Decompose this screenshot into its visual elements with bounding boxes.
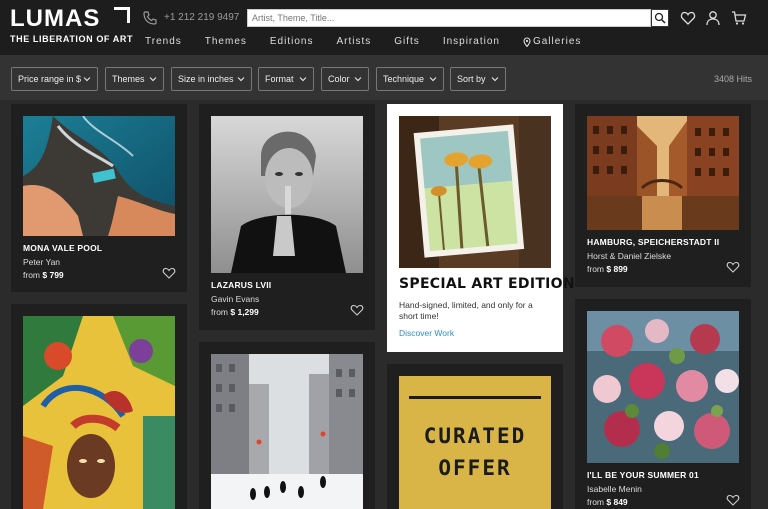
- site-header: LUMAS THE LIBERATION OF ART +1 212 219 9…: [0, 0, 768, 55]
- logo-corner-mark: [114, 7, 130, 23]
- nav-editions[interactable]: Editions: [270, 36, 314, 47]
- curated-offer-banner[interactable]: CURATED OFFER: [399, 376, 551, 509]
- chevron-down-icon: [83, 77, 91, 82]
- filter-label: Sort by: [457, 74, 486, 84]
- artwork-price: from $ 1,299: [211, 307, 259, 317]
- artwork-price: from $ 849: [587, 497, 628, 507]
- heart-icon[interactable]: [162, 267, 176, 279]
- curated-offer-card[interactable]: CURATED OFFER: [387, 364, 563, 509]
- filter-label: Technique: [383, 74, 425, 84]
- filter-themes[interactable]: Themes: [105, 67, 164, 91]
- artwork-image[interactable]: [587, 311, 739, 463]
- artist-name[interactable]: Gavin Evans: [211, 294, 259, 304]
- user-icon[interactable]: [705, 10, 721, 26]
- main-nav: Trends Themes Editions Artists Gifts Ins…: [145, 36, 604, 47]
- price-value: $ 849: [606, 497, 628, 507]
- nav-inspiration[interactable]: Inspiration: [443, 36, 500, 47]
- special-edition-title: SPECIAL ART EDITION: [399, 276, 575, 292]
- filter-label: Size in inches: [178, 74, 234, 84]
- nav-galleries-label: Galleries: [532, 36, 582, 47]
- filter-sort-by[interactable]: Sort by: [450, 67, 506, 91]
- hits-count: 3408 Hits: [713, 74, 752, 84]
- filter-format[interactable]: Format: [258, 67, 314, 91]
- price-value: $ 1,299: [230, 307, 259, 317]
- phone-number[interactable]: +1 212 219 9497: [164, 12, 239, 23]
- filter-size[interactable]: Size in inches: [171, 67, 252, 91]
- chevron-down-icon: [299, 77, 307, 82]
- artwork-price: from $ 799: [23, 270, 64, 280]
- nav-trends[interactable]: Trends: [145, 36, 182, 47]
- product-card[interactable]: [199, 342, 375, 509]
- filter-label: Price range in $: [18, 74, 82, 84]
- price-prefix: from: [211, 307, 228, 317]
- chevron-down-icon: [429, 77, 437, 82]
- filter-color[interactable]: Color: [321, 67, 369, 91]
- price-prefix: from: [23, 270, 40, 280]
- nav-galleries[interactable]: Galleries: [523, 36, 581, 47]
- search-button[interactable]: [651, 9, 669, 27]
- artist-name[interactable]: Isabelle Menin: [587, 484, 642, 494]
- special-edition-card[interactable]: SPECIAL ART EDITION Hand-signed, limited…: [387, 104, 575, 352]
- heart-icon[interactable]: [726, 261, 740, 273]
- price-value: $ 799: [42, 270, 64, 280]
- heart-icon[interactable]: [350, 304, 364, 316]
- artwork-image[interactable]: [211, 354, 363, 509]
- artwork-image[interactable]: [23, 316, 175, 509]
- nav-gifts[interactable]: Gifts: [394, 36, 420, 47]
- price-value: $ 899: [606, 264, 628, 274]
- chevron-down-icon: [149, 77, 157, 82]
- product-card-mona-vale-pool[interactable]: MONA VALE POOL Peter Yan from $ 799: [11, 104, 187, 292]
- curated-offer-line2: OFFER: [438, 456, 512, 480]
- chevron-down-icon: [237, 77, 245, 82]
- price-prefix: from: [587, 497, 604, 507]
- artist-name[interactable]: Peter Yan: [23, 257, 60, 267]
- filter-label: Format: [265, 74, 294, 84]
- filter-label: Themes: [112, 74, 145, 84]
- logo-wordmark: LUMAS: [10, 5, 101, 32]
- special-edition-description: Hand-signed, limited, and only for a sho…: [399, 300, 533, 321]
- artwork-price: from $ 899: [587, 264, 628, 274]
- artwork-image[interactable]: [211, 116, 363, 273]
- product-card-lazarus-lvii[interactable]: LAZARUS LVII Gavin Evans from $ 1,299: [199, 104, 375, 330]
- search-icon: [654, 12, 666, 24]
- artwork-title[interactable]: HAMBURG, SPEICHERSTADT II: [587, 237, 719, 247]
- nav-artists[interactable]: Artists: [336, 36, 371, 47]
- phone-icon[interactable]: [142, 10, 158, 26]
- product-card-ill-be-your-summer[interactable]: I'LL BE YOUR SUMMER 01 Isabelle Menin fr…: [575, 299, 751, 509]
- artist-name[interactable]: Horst & Daniel Zielske: [587, 251, 671, 261]
- heart-icon[interactable]: [680, 10, 696, 26]
- lumas-logo[interactable]: LUMAS THE LIBERATION OF ART: [10, 5, 132, 45]
- filter-technique[interactable]: Technique: [376, 67, 444, 91]
- artwork-title[interactable]: I'LL BE YOUR SUMMER 01: [587, 470, 699, 480]
- chevron-down-icon: [491, 77, 499, 82]
- product-card[interactable]: [11, 304, 187, 509]
- discover-work-link[interactable]: Discover Work: [399, 328, 454, 338]
- chevron-down-icon: [354, 77, 362, 82]
- artwork-title[interactable]: LAZARUS LVII: [211, 280, 271, 290]
- artwork-title[interactable]: MONA VALE POOL: [23, 243, 102, 253]
- search-input[interactable]: [247, 9, 651, 27]
- filter-label: Color: [328, 74, 350, 84]
- artwork-image[interactable]: [23, 116, 175, 236]
- heart-icon[interactable]: [726, 494, 740, 506]
- divider: [409, 396, 541, 399]
- special-edition-image[interactable]: [399, 116, 551, 268]
- artwork-image[interactable]: [587, 116, 739, 230]
- price-prefix: from: [587, 264, 604, 274]
- curated-offer-line1: CURATED: [423, 424, 527, 448]
- product-card-hamburg-speicherstadt[interactable]: HAMBURG, SPEICHERSTADT II Horst & Daniel…: [575, 104, 751, 287]
- logo-tagline: THE LIBERATION OF ART: [10, 34, 134, 44]
- location-pin-icon: [523, 36, 531, 47]
- filter-price-range[interactable]: Price range in $: [11, 67, 98, 91]
- nav-themes[interactable]: Themes: [205, 36, 247, 47]
- cart-icon[interactable]: [731, 10, 747, 26]
